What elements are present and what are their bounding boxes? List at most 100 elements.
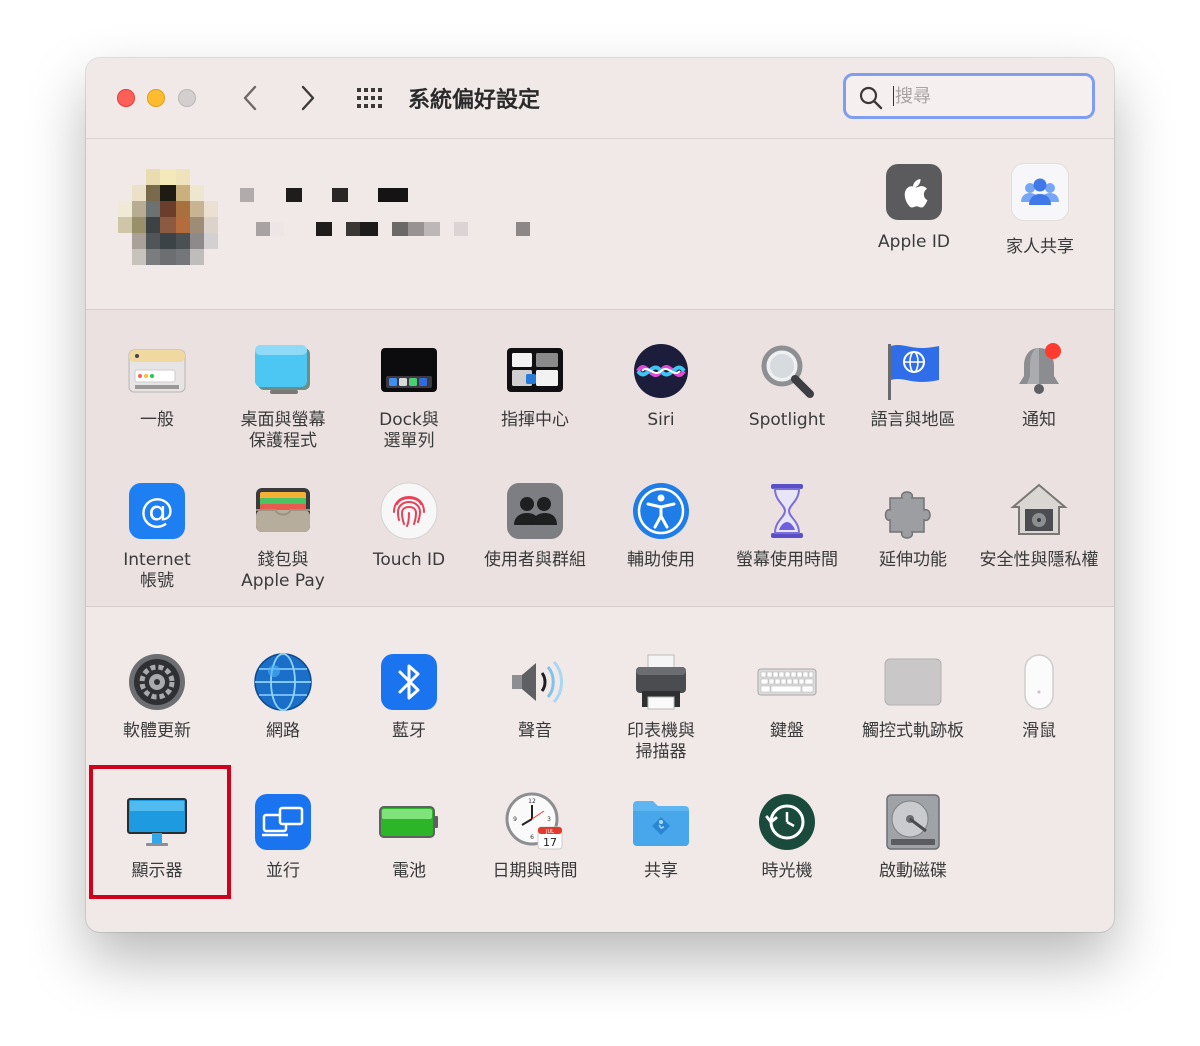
pane-dock-label: Dock與 選單列 [379, 410, 439, 451]
grid-icon [357, 88, 382, 108]
shared-folder-icon [630, 791, 692, 853]
pane-accessibility-label: 輔助使用 [627, 550, 695, 570]
pane-language-region[interactable]: 語言與地區 [850, 340, 976, 431]
pane-network-label: 網路 [266, 721, 300, 741]
pane-printers-scanners-label: 印表機與 掃描器 [627, 721, 695, 762]
pane-internet-accounts-label: Internet 帳號 [123, 550, 191, 591]
apple-id-item[interactable]: Apple ID [859, 164, 969, 252]
pane-screen-time[interactable]: 螢幕使用時間 [724, 480, 850, 571]
pane-desktop-screensaver-label: 桌面與螢幕 保護程式 [240, 410, 326, 451]
title-bar: 系統偏好設定 [86, 58, 1114, 139]
pane-sidecar[interactable]: 並行 [220, 791, 346, 882]
pane-security-privacy[interactable]: 安全性與隱私權 [976, 480, 1102, 571]
pane-bluetooth-label: 藍牙 [392, 721, 426, 741]
pane-spotlight-label: Spotlight [748, 410, 826, 430]
apple-id-label: Apple ID [878, 232, 950, 252]
pane-users-groups[interactable]: 使用者與群組 [472, 480, 598, 571]
pane-desktop-screensaver[interactable]: 桌面與螢幕 保護程式 [220, 340, 346, 452]
zoom-window-button[interactable] [178, 89, 196, 107]
show-all-button[interactable] [356, 86, 386, 110]
pane-sound[interactable]: 聲音 [472, 651, 598, 742]
chevron-left-icon [243, 85, 257, 111]
pane-general-label: 一般 [140, 410, 174, 430]
speaker-icon [504, 651, 566, 713]
pane-security-privacy-label: 安全性與隱私權 [979, 550, 1099, 570]
pane-battery[interactable]: 電池 [346, 791, 472, 882]
pane-battery-label: 電池 [392, 861, 426, 881]
pane-bluetooth[interactable]: 藍牙 [346, 651, 472, 742]
pane-sharing[interactable]: 共享 [598, 791, 724, 882]
pane-mouse[interactable]: 滑鼠 [976, 651, 1102, 742]
bluetooth-icon [378, 651, 440, 713]
window-title: 系統偏好設定 [408, 88, 541, 113]
pane-time-machine[interactable]: 時光機 [724, 791, 850, 882]
pane-software-update[interactable]: 軟體更新 [94, 651, 220, 742]
minimize-window-button[interactable] [147, 89, 165, 107]
pane-extensions-label: 延伸功能 [879, 550, 947, 570]
siri-icon [630, 340, 692, 402]
pane-keyboard[interactable]: 鍵盤 [724, 651, 850, 742]
pane-startup-disk[interactable]: 啟動磁碟 [850, 791, 976, 882]
svg-text:6: 6 [530, 834, 534, 841]
users-icon [504, 480, 566, 542]
user-avatar[interactable] [116, 169, 226, 273]
hardware-preferences-section: 軟體更新 網路 藍牙 聲音 印表機與 掃描器 鍵盤 觸控式軌跡板 滑鼠 顯示器 … [86, 607, 1114, 932]
search-field[interactable] [843, 73, 1095, 119]
pane-touch-id-label: Touch ID [372, 550, 446, 570]
pane-accessibility[interactable]: 輔助使用 [598, 480, 724, 571]
pane-mission-control[interactable]: 指揮中心 [472, 340, 598, 431]
pane-wallet[interactable]: 錢包與 Apple Pay [220, 480, 346, 592]
hourglass-icon [756, 480, 818, 542]
pane-network[interactable]: 網路 [220, 651, 346, 742]
at-sign-icon: @ [126, 480, 188, 542]
search-input[interactable] [895, 82, 1085, 110]
time-machine-icon [756, 791, 818, 853]
back-button[interactable] [233, 80, 269, 116]
close-window-button[interactable] [117, 89, 135, 107]
house-safe-icon [1008, 480, 1070, 542]
pane-users-groups-label: 使用者與群組 [484, 550, 586, 570]
calendar-day: 17 [543, 836, 557, 849]
family-sharing-item[interactable]: 家人共享 [985, 164, 1095, 257]
search-icon [859, 86, 883, 110]
calendar-month: JUL [545, 829, 554, 835]
pane-sharing-label: 共享 [644, 861, 678, 881]
pane-mission-control-label: 指揮中心 [501, 410, 569, 430]
accessibility-icon [630, 480, 692, 542]
wallet-icon [252, 480, 314, 542]
pane-touch-id[interactable]: Touch ID [346, 480, 472, 571]
pane-sidecar-label: 並行 [266, 861, 300, 881]
pane-siri[interactable]: Siri [598, 340, 724, 431]
system-preferences-window: 系統偏好設定 Apple ID [86, 58, 1114, 932]
pane-dock[interactable]: Dock與 選單列 [346, 340, 472, 452]
hard-disk-icon [882, 791, 944, 853]
pane-siri-label: Siri [647, 410, 675, 430]
pane-printers-scanners[interactable]: 印表機與 掃描器 [598, 651, 724, 763]
pane-wallet-label: 錢包與 Apple Pay [241, 550, 325, 591]
pane-date-time[interactable]: 12 3 6 9 JUL 17 日期與時間 [472, 791, 598, 882]
pane-internet-accounts[interactable]: @ Internet 帳號 [94, 480, 220, 592]
pane-general[interactable]: 一般 [94, 340, 220, 431]
displays-highlight-box [89, 765, 231, 899]
mission-control-icon [504, 340, 566, 402]
pane-software-update-label: 軟體更新 [123, 721, 191, 741]
printer-icon [630, 651, 692, 713]
pane-spotlight[interactable]: Spotlight [724, 340, 850, 431]
globe-icon [252, 651, 314, 713]
chevron-right-icon [301, 85, 315, 111]
pane-trackpad[interactable]: 觸控式軌跡板 [850, 651, 976, 742]
svg-text:@: @ [140, 491, 174, 531]
account-header: Apple ID 家人共享 [86, 139, 1114, 310]
family-icon [1012, 164, 1068, 220]
svg-text:9: 9 [513, 816, 517, 823]
forward-button[interactable] [289, 80, 325, 116]
pane-notifications[interactable]: 通知 [976, 340, 1102, 431]
pane-extensions[interactable]: 延伸功能 [850, 480, 976, 571]
pane-time-machine-label: 時光機 [761, 861, 813, 881]
trackpad-icon [882, 651, 944, 713]
pane-date-time-label: 日期與時間 [492, 861, 578, 881]
svg-text:3: 3 [547, 816, 551, 823]
desktop-screensaver-icon [252, 340, 314, 402]
battery-icon [378, 791, 440, 853]
pane-startup-disk-label: 啟動磁碟 [879, 861, 947, 881]
